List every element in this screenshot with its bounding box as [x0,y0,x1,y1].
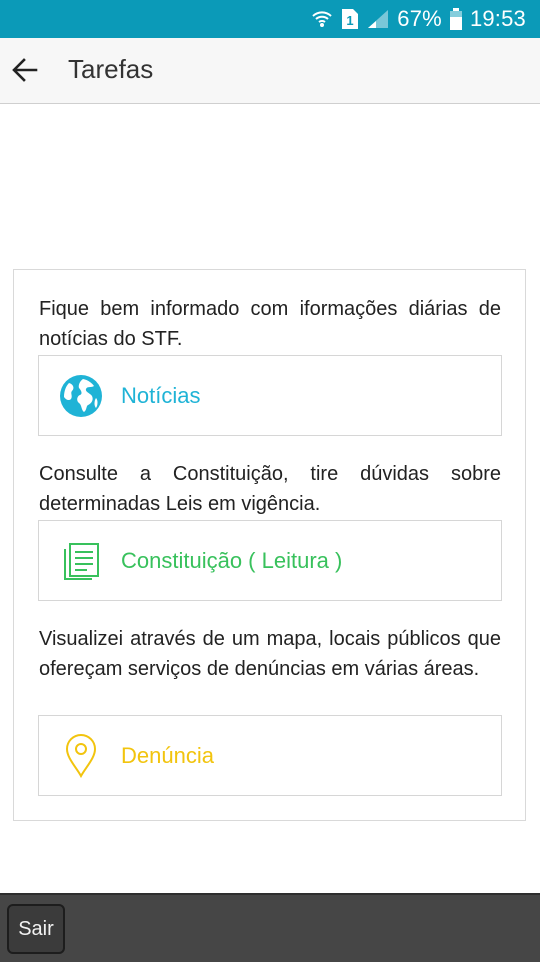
tasks-card: Fique bem informado com iformações diári… [13,269,526,821]
clock: 19:53 [469,6,526,31]
constitution-label: Constituição ( Leitura ) [121,547,343,573]
document-icon [57,537,105,585]
news-label: Notícias [121,382,201,408]
globe-icon [57,372,105,420]
exit-button[interactable]: Sair [7,904,65,954]
battery-icon [449,8,462,30]
app-bar: Tarefas [0,38,540,104]
arrow-back-icon [12,58,38,82]
back-button[interactable] [8,52,42,88]
constitution-description: Consulte a Constituição, tire dúvidas so… [39,463,501,515]
constitution-button[interactable]: Constituição ( Leitura ) [38,520,502,601]
signal-icon [367,9,389,29]
status-bar: 1 67% 19:53 [0,0,540,38]
page-title: Tarefas [68,54,154,84]
report-button[interactable]: Denúncia [38,715,502,796]
wifi-icon [311,8,333,30]
battery-percent: 67% [397,6,442,31]
sim-icon: 1 [341,8,359,30]
sim-slot-number: 1 [347,13,354,28]
news-description: Fique bem informado com iformações diári… [39,298,501,350]
bottom-bar: Sair [0,893,540,962]
location-pin-icon [57,732,105,780]
status-icons: 1 67% 19:53 [311,0,526,38]
report-label: Denúncia [121,742,214,768]
news-button[interactable]: Notícias [38,355,502,436]
report-description: Visualizei através de um mapa, locais pú… [39,628,501,680]
